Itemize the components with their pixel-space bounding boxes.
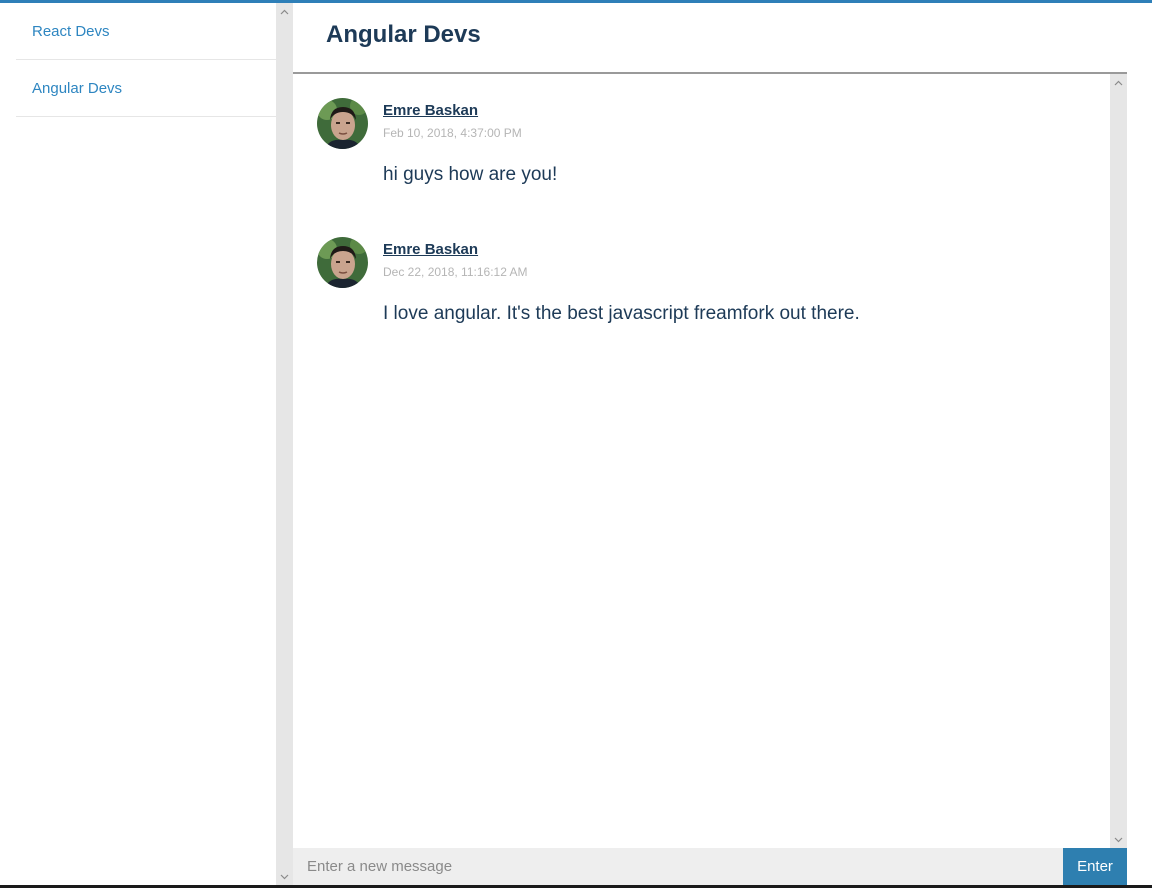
message-text: I love angular. It's the best javascript… (383, 303, 860, 324)
room-item-angular-devs[interactable]: Angular Devs (16, 60, 276, 117)
chat-room-title: Angular Devs (326, 21, 481, 48)
chevron-down-icon[interactable] (1110, 831, 1127, 848)
message-scrollbar[interactable] (1110, 74, 1127, 848)
message-input[interactable] (293, 848, 1063, 885)
room-sidebar: React Devs Angular Devs (0, 3, 276, 885)
chevron-up-icon[interactable] (1110, 74, 1127, 91)
user-avatar[interactable] (317, 237, 368, 288)
chevron-down-icon[interactable] (276, 868, 293, 885)
room-item-label: Angular Devs (32, 80, 123, 97)
send-button[interactable]: Enter (1063, 848, 1127, 885)
message-composer: Enter (293, 848, 1127, 885)
room-item-react-devs[interactable]: React Devs (16, 3, 276, 60)
message-timestamp: Feb 10, 2018, 4:37:00 PM (383, 126, 522, 140)
message-author-link[interactable]: Emre Baskan (383, 241, 478, 258)
chevron-up-icon[interactable] (276, 3, 293, 20)
message-timestamp: Dec 22, 2018, 11:16:12 AM (383, 265, 528, 279)
user-avatar[interactable] (317, 98, 368, 149)
message-text: hi guys how are you! (383, 164, 558, 185)
room-item-label: React Devs (32, 23, 110, 40)
message-list[interactable]: Emre Baskan Feb 10, 2018, 4:37:00 PM hi … (293, 74, 1110, 848)
message-author-link[interactable]: Emre Baskan (383, 102, 478, 119)
chat-panel: Angular Devs Emre Baskan Feb 10, 2018, 4… (293, 3, 1127, 885)
sidebar-scrollbar[interactable] (276, 3, 293, 885)
message-item: Emre Baskan Dec 22, 2018, 11:16:12 AM I … (317, 237, 1097, 357)
message-item: Emre Baskan Feb 10, 2018, 4:37:00 PM hi … (317, 98, 1097, 218)
